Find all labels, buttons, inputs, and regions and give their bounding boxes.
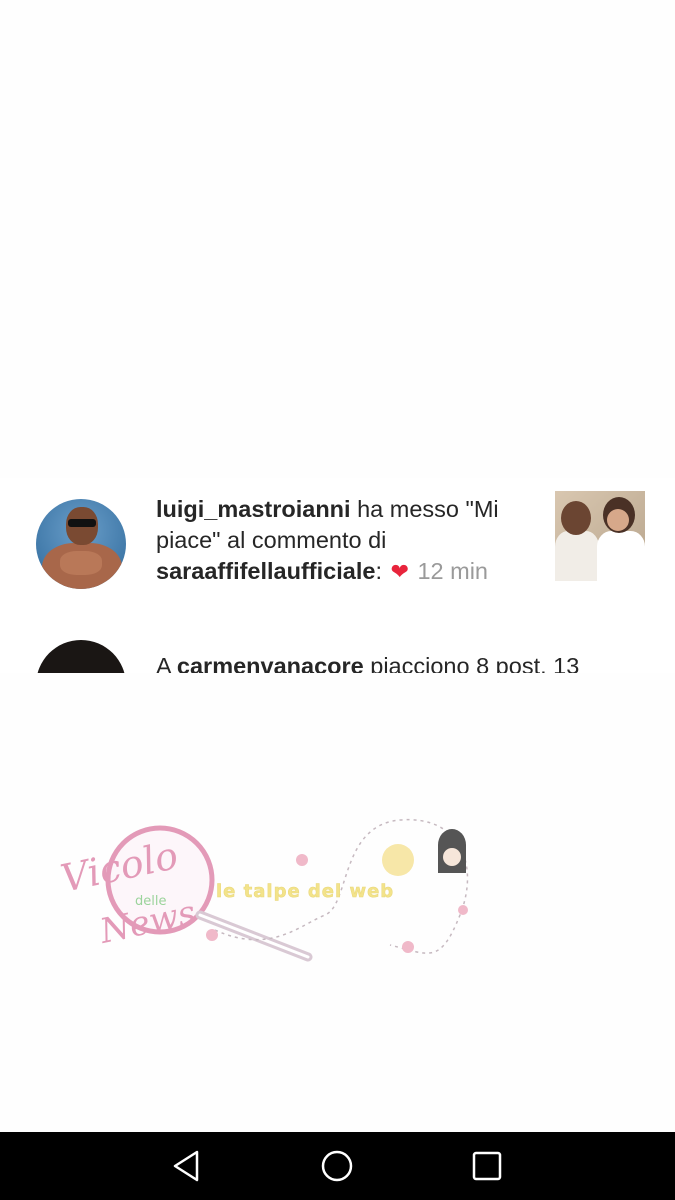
notification-prefix: A — [156, 653, 177, 673]
colon: : — [375, 558, 382, 584]
notification-list: luigi_mastroianni ha messo "Mi piace" al… — [0, 478, 675, 673]
paw-icon — [458, 905, 468, 915]
notification-message: piacciono 8 post. 13 — [363, 653, 580, 673]
avatar[interactable] — [36, 499, 126, 589]
username-link[interactable]: luigi_mastroianni — [156, 496, 351, 522]
recents-square-icon[interactable] — [467, 1146, 507, 1186]
paw-icon — [206, 929, 218, 941]
heart-icon: ❤ — [390, 559, 409, 584]
target-username-link[interactable]: saraaffifellaufficiale — [156, 558, 375, 584]
notification-text: A carmenvanacore piacciono 8 post. 13 — [156, 651, 636, 673]
back-triangle-icon[interactable] — [167, 1146, 207, 1186]
username-link[interactable]: carmenvanacore — [177, 653, 364, 673]
notification-item[interactable]: A carmenvanacore piacciono 8 post. 13 — [0, 638, 675, 673]
watermark-logo: Vicolo delle News le talpe del web — [57, 819, 469, 962]
notification-text: luigi_mastroianni ha messo "Mi piace" al… — [156, 494, 536, 587]
paw-icon — [402, 941, 414, 953]
avatar[interactable] — [36, 640, 126, 673]
post-thumbnail[interactable] — [555, 491, 645, 581]
cartoon-girl-icon — [382, 844, 414, 876]
screen: luigi_mastroianni ha messo "Mi piace" al… — [0, 0, 675, 1132]
android-navigation-bar — [0, 1132, 675, 1200]
notification-item[interactable]: luigi_mastroianni ha messo "Mi piace" al… — [0, 488, 675, 598]
timestamp: 12 min — [417, 558, 489, 584]
paw-icon — [296, 854, 308, 866]
watermark-tagline: le talpe del web — [216, 881, 394, 902]
home-circle-icon[interactable] — [317, 1146, 357, 1186]
